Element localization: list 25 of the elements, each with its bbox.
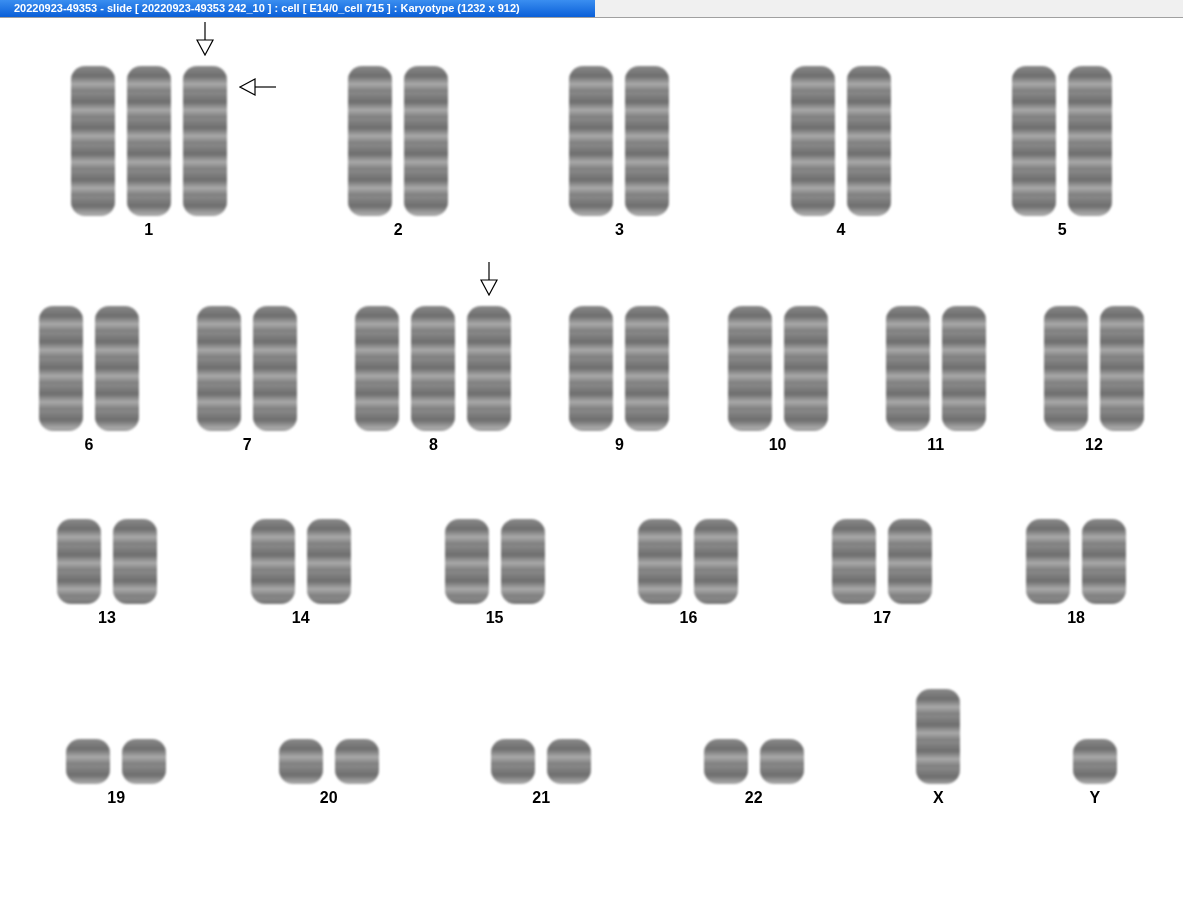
chromosome-number: 10 xyxy=(768,435,787,455)
chromosome-number: 20 xyxy=(319,788,338,808)
chromosome-number: 13 xyxy=(98,608,116,628)
chromosome-number: Y xyxy=(1089,788,1101,808)
chromosome-number: 7 xyxy=(242,435,252,455)
chromosome-number: 8 xyxy=(428,435,438,455)
window-title: 20220923-49353 - slide [ 20220923-49353 242_10 ] : cell [ E14/0_cell 715 ] : Karyotype (1232 x 912) xyxy=(0,0,595,17)
chromosome-number: 16 xyxy=(679,608,698,628)
chromosome-number: 17 xyxy=(873,608,892,628)
chromosome-number: 15 xyxy=(485,608,504,628)
chromosome-number: 19 xyxy=(107,788,126,808)
chromosome-number: 9 xyxy=(615,435,624,455)
chromosome-number: 6 xyxy=(84,435,94,455)
chromosome-number: X xyxy=(932,788,944,808)
chromosome-number: 3 xyxy=(615,220,624,240)
chromosome-number: 18 xyxy=(1067,608,1085,628)
chromosome-number: 12 xyxy=(1085,435,1103,455)
chromosome-number: 5 xyxy=(1057,220,1067,240)
chromosome-number: 21 xyxy=(532,788,551,808)
chromosome-number: 4 xyxy=(836,220,846,240)
chromosome-number: 22 xyxy=(744,788,763,808)
chromosome-number: 14 xyxy=(291,608,310,628)
chromosome-number: 2 xyxy=(393,220,403,240)
chromosome-number: 1 xyxy=(144,220,154,240)
chromosome-number: 11 xyxy=(927,435,945,455)
